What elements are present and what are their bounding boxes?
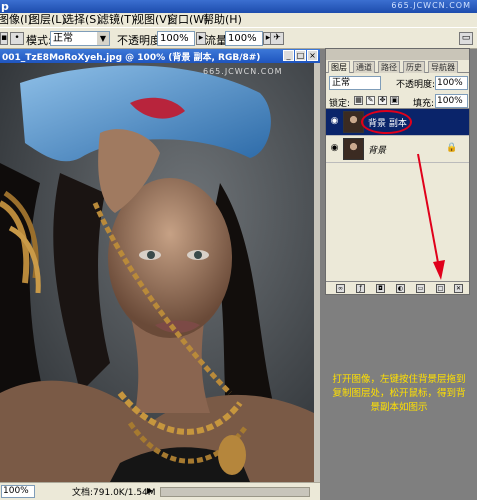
menu-filter[interactable]: 滤镜(T): [98, 13, 135, 27]
vertical-scrollbar[interactable]: [314, 63, 320, 482]
new-layer-icon[interactable]: □: [436, 284, 445, 293]
menu-bar: 图像(I) 图层(L) 选择(S) 滤镜(T) 视图(V) 窗口(W) 帮助(H…: [0, 13, 477, 27]
document-title: 001_TzE8MoRoXyeh.jpg @ 100% (背景 副本, RGB/…: [2, 53, 261, 63]
zoom-input[interactable]: 100%: [1, 485, 35, 498]
watermark-document: 665.JCWCN.COM: [203, 67, 283, 76]
layer-style-icon[interactable]: ƒ: [356, 284, 365, 293]
new-group-icon[interactable]: ▭: [416, 284, 425, 293]
status-menu-arrow-icon[interactable]: ▶: [147, 486, 153, 495]
eye-icon[interactable]: ◉: [329, 144, 340, 153]
mode-select[interactable]: 正常 ▼: [50, 31, 110, 46]
lock-transparency-icon[interactable]: ▦: [354, 96, 363, 105]
layer-opacity-value: 100%: [437, 78, 463, 88]
layers-panel-header[interactable]: [326, 49, 469, 60]
airbrush-icon[interactable]: ✈: [270, 32, 284, 45]
panel-tabs: 图层 通道 路径 历史 导航器: [326, 60, 469, 73]
layer-name: 背景: [368, 146, 387, 156]
mode-value: 正常: [53, 33, 73, 44]
opacity-value: 100%: [160, 33, 189, 44]
document-window: 001_TzE8MoRoXyeh.jpg @ 100% (背景 副本, RGB/…: [0, 49, 320, 500]
trash-icon[interactable]: ✕: [454, 284, 463, 293]
status-bar: 100% 文档:791.0K/1.54M ▶: [0, 482, 320, 500]
layer-opacity-label: 不透明度:: [396, 80, 436, 90]
chevron-down-icon: ▼: [97, 32, 109, 45]
tab-layers[interactable]: 图层: [328, 61, 350, 73]
flow-input[interactable]: 100%: [225, 31, 263, 46]
blend-mode-value: 正常: [332, 78, 351, 88]
highlight-ellipse: [361, 110, 412, 134]
menu-image[interactable]: 图像(I): [0, 13, 32, 27]
portrait-image: [0, 63, 314, 482]
menu-layer[interactable]: 图层(L): [29, 13, 66, 27]
app-title-bar: p 665.JCWCN.COM: [0, 0, 477, 13]
document-canvas-photo[interactable]: [0, 63, 314, 482]
tab-navigator[interactable]: 导航器: [428, 61, 458, 73]
lock-pixels-icon[interactable]: ✎: [366, 96, 375, 105]
tab-history[interactable]: 历史: [403, 61, 425, 73]
menu-help[interactable]: 帮助(H): [203, 13, 242, 27]
link-layers-icon[interactable]: ∞: [336, 284, 345, 293]
app-title: p: [1, 0, 9, 13]
flow-value: 100%: [228, 33, 257, 44]
options-bar: ▪ • 模式: 正常 ▼ 不透明度: 100% ▸ 流量: 100% ▸ ✈ ▭: [0, 27, 477, 49]
mode-label: 模式:: [26, 34, 52, 47]
tool-preset-icon[interactable]: ▪: [0, 32, 8, 45]
menu-view[interactable]: 视图(V): [133, 13, 171, 27]
tab-channels[interactable]: 通道: [353, 61, 375, 73]
maximize-button[interactable]: □: [295, 50, 306, 61]
watermark-top: 665.JCWCN.COM: [391, 1, 471, 10]
blend-mode-select[interactable]: 正常: [329, 76, 381, 90]
layer-mask-icon[interactable]: ◘: [376, 284, 385, 293]
zoom-value: 100%: [3, 486, 29, 496]
fill-input[interactable]: 100%: [435, 94, 468, 108]
document-title-bar[interactable]: 001_TzE8MoRoXyeh.jpg @ 100% (背景 副本, RGB/…: [0, 49, 320, 63]
lock-all-icon[interactable]: ▣: [390, 96, 399, 105]
opacity-input[interactable]: 100%: [157, 31, 195, 46]
instruction-annotation: 打开图像，左键按住背景层拖到复制图层处，松开鼠标，得到背景副本如图示: [332, 374, 466, 413]
minimize-button[interactable]: _: [283, 50, 294, 61]
document-info: 文档:791.0K/1.54M: [72, 488, 156, 498]
red-arrow: [417, 153, 445, 280]
lock-position-icon[interactable]: ✥: [378, 96, 387, 105]
fill-value: 100%: [437, 96, 463, 106]
layer-row-background-copy[interactable]: ◉ 背景 副本: [326, 109, 469, 136]
close-button[interactable]: ×: [307, 50, 318, 61]
tab-paths[interactable]: 路径: [378, 61, 400, 73]
palette-well-icon[interactable]: ▭: [459, 32, 473, 45]
menu-select[interactable]: 选择(S): [63, 13, 101, 27]
layer-opacity-input[interactable]: 100%: [435, 76, 468, 90]
eye-icon[interactable]: ◉: [329, 117, 340, 126]
layer-thumbnail: [343, 138, 364, 160]
adjustment-layer-icon[interactable]: ◐: [396, 284, 405, 293]
brush-preset-icon[interactable]: •: [10, 32, 24, 45]
horizontal-scrollbar[interactable]: [160, 487, 310, 497]
